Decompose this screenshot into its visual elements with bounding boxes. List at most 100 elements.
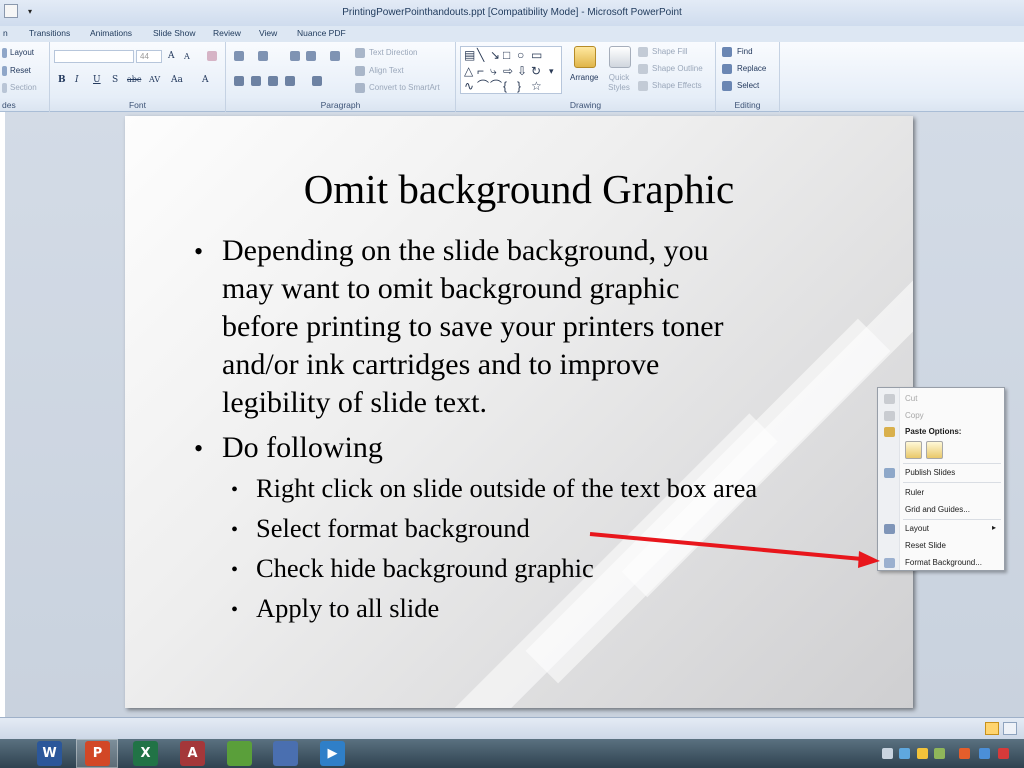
shape-textbox-icon[interactable]: ▤	[464, 49, 475, 61]
tab-view[interactable]: View	[259, 28, 277, 38]
taskbar-word-icon[interactable]: W	[37, 741, 62, 766]
shape-brace-left-icon[interactable]: {	[503, 80, 507, 92]
bold-button[interactable]: B	[58, 75, 66, 85]
shape-triangle-icon[interactable]: △	[464, 65, 473, 77]
taskbar-access-icon[interactable]: A	[180, 741, 205, 766]
taskbar-onenote-icon[interactable]	[273, 741, 298, 766]
menu-item-format-background[interactable]: Format Background...	[905, 558, 982, 567]
taskbar-excel-icon[interactable]: X	[133, 741, 158, 766]
reset-button[interactable]: Reset	[10, 66, 31, 75]
taskbar-powerpoint-icon[interactable]: P	[85, 741, 110, 766]
increase-indent-icon[interactable]	[306, 51, 316, 61]
shape-down-arrow-icon[interactable]: ⇩	[517, 65, 527, 77]
bullets-icon[interactable]	[234, 51, 244, 61]
shape-star-icon[interactable]: ☆	[531, 80, 542, 92]
select-button[interactable]: Select	[737, 81, 759, 90]
tray-app-icon[interactable]	[998, 748, 1009, 759]
taskbar-publisher-icon[interactable]	[227, 741, 252, 766]
text-direction-button[interactable]: Text Direction	[369, 48, 417, 57]
bullet-line: Depending on the slide background, you	[222, 234, 709, 267]
shape-outline-button[interactable]: Shape Outline	[652, 64, 703, 73]
tray-network-icon[interactable]	[882, 748, 893, 759]
shape-elbow-icon[interactable]: ⌐	[477, 65, 484, 77]
shape-line-icon[interactable]: ╲	[477, 49, 484, 61]
quick-styles-button[interactable]: Quick Styles	[605, 73, 633, 93]
slide-title[interactable]: Omit background Graphic	[125, 165, 913, 213]
font-size-field[interactable]: 44	[136, 50, 162, 63]
decrease-indent-icon[interactable]	[290, 51, 300, 61]
taskbar: W P X A ▶	[0, 739, 1024, 768]
clear-formatting-icon[interactable]	[207, 51, 217, 61]
align-left-icon[interactable]	[234, 76, 244, 86]
tab-design[interactable]: n	[3, 28, 8, 38]
paste-keep-formatting-icon[interactable]	[905, 441, 922, 459]
tray-app-icon[interactable]	[979, 748, 990, 759]
tab-animations[interactable]: Animations	[90, 28, 132, 38]
bullet-line: and/or ink cartridges and to improve	[222, 348, 660, 381]
tab-transitions[interactable]: Transitions	[29, 28, 70, 38]
shape-brace-right-icon[interactable]: }	[517, 80, 521, 92]
shape-fill-button[interactable]: Shape Fill	[652, 47, 688, 56]
strikethrough-button[interactable]: abc	[127, 75, 141, 84]
convert-smartart-button[interactable]: Convert to SmartArt	[369, 83, 440, 92]
shape-outline-icon	[638, 64, 648, 74]
menu-separator	[903, 482, 1001, 483]
tray-app-icon[interactable]	[934, 748, 945, 759]
paste-picture-icon[interactable]	[926, 441, 943, 459]
grow-font-button[interactable]: A	[168, 51, 175, 61]
tab-review[interactable]: Review	[213, 28, 241, 38]
shape-oval-icon[interactable]: ○	[517, 49, 524, 61]
numbering-icon[interactable]	[258, 51, 268, 61]
paste-icon	[884, 427, 895, 437]
shape-arc-icon[interactable]: ⌒	[490, 80, 502, 92]
slide[interactable]: Omit background Graphic • Depending on t…	[125, 116, 913, 708]
columns-icon[interactable]	[312, 76, 322, 86]
menu-item-cut[interactable]: Cut	[905, 394, 917, 403]
font-name-field[interactable]	[54, 50, 134, 63]
shape-effects-button[interactable]: Shape Effects	[652, 81, 702, 90]
taskbar-media-icon[interactable]: ▶	[320, 741, 345, 766]
tray-app-icon[interactable]	[917, 748, 928, 759]
shape-rounded-rect-icon[interactable]: ▭	[531, 49, 542, 61]
shape-curve-icon[interactable]: ⌒	[477, 80, 489, 92]
shadow-button[interactable]: S	[112, 75, 118, 85]
replace-button[interactable]: Replace	[737, 64, 766, 73]
shapes-gallery[interactable]: ▤ ╲ ↘ □ ○ ▭ △ ⌐ ⤷ ⇨ ⇩ ↻ ∿ ⌒ ⌒ { } ☆ ▾	[460, 46, 562, 94]
align-text-button[interactable]: Align Text	[369, 66, 404, 75]
shape-arrow-line-icon[interactable]: ↘	[490, 49, 500, 61]
layout-button[interactable]: Layout	[10, 48, 34, 57]
shape-freeform-icon[interactable]: ∿	[464, 80, 474, 92]
line-spacing-icon[interactable]	[330, 51, 340, 61]
align-center-icon[interactable]	[251, 76, 261, 86]
section-button[interactable]: Section	[10, 83, 37, 92]
menu-item-reset-slide[interactable]: Reset Slide	[905, 541, 946, 550]
tray-app-icon[interactable]	[899, 748, 910, 759]
shrink-font-button[interactable]: A	[184, 52, 190, 61]
tab-slide-show[interactable]: Slide Show	[153, 28, 196, 38]
shape-right-arrow-icon[interactable]: ⇨	[503, 65, 513, 77]
justify-icon[interactable]	[285, 76, 295, 86]
font-color-button[interactable]: A	[202, 75, 209, 85]
tray-app-icon[interactable]	[959, 748, 970, 759]
menu-item-publish-slides[interactable]: Publish Slides	[905, 468, 955, 477]
shapes-more-icon[interactable]: ▾	[549, 65, 554, 77]
italic-button[interactable]: I	[75, 75, 79, 85]
shape-rectangle-icon[interactable]: □	[503, 49, 510, 61]
align-text-icon	[355, 66, 365, 76]
character-spacing-button[interactable]: AV	[149, 75, 160, 84]
align-right-icon[interactable]	[268, 76, 278, 86]
arrange-button[interactable]: Arrange	[570, 73, 598, 82]
find-button[interactable]: Find	[737, 47, 753, 56]
slide-sorter-view-icon[interactable]	[1003, 722, 1017, 735]
menu-item-copy[interactable]: Copy	[905, 411, 924, 420]
shape-refresh-icon[interactable]: ↻	[531, 65, 541, 77]
menu-item-ruler[interactable]: Ruler	[905, 488, 924, 497]
underline-button[interactable]: U	[93, 75, 101, 85]
menu-item-layout[interactable]: Layout	[905, 524, 929, 533]
window-title: PrintingPowerPointhandouts.ppt [Compatib…	[342, 7, 682, 18]
normal-view-icon[interactable]	[985, 722, 999, 735]
menu-item-grid-guides[interactable]: Grid and Guides...	[905, 505, 970, 514]
shape-elbow-arrow-icon[interactable]: ⤷	[490, 65, 497, 77]
tab-nuance-pdf[interactable]: Nuance PDF	[297, 28, 346, 38]
change-case-button[interactable]: Aa	[171, 75, 183, 85]
